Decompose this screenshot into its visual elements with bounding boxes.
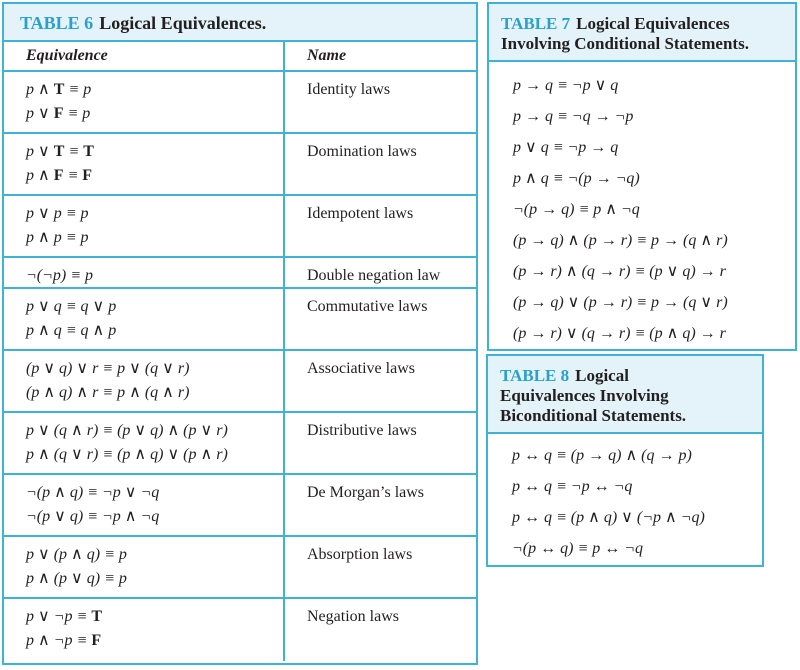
table-8-body: p ↔ q ≡ (p → q) ∧ (q → p) p ↔ q ≡ ¬p ↔ ¬q… xyxy=(488,434,762,564)
equivalence-formula: p ∨ (q ∧ r) ≡ (p ∨ q) ∧ (p ∨ r) xyxy=(26,422,228,439)
equivalence-formula: p ∨ q ≡ ¬p → q xyxy=(513,139,619,156)
column-header-equivalence: Equivalence xyxy=(4,42,285,70)
equivalence-formula: (p ∨ q) ∨ r ≡ p ∨ (q ∨ r) xyxy=(26,360,190,377)
table-row: (p ∨ q) ∨ r ≡ p ∨ (q ∨ r) (p ∧ q) ∧ r ≡ p… xyxy=(4,351,476,413)
law-name-cell: Domination laws xyxy=(307,143,417,160)
law-name-cell: Idempotent laws xyxy=(307,205,414,222)
equivalence-cell: p ∨ p ≡ p p ∧ p ≡ p xyxy=(4,196,285,256)
table-7-body: p → q ≡ ¬p ∨ q p → q ≡ ¬q → ¬p p ∨ q ≡ ¬p … xyxy=(489,62,795,349)
equivalence-formula: p ∧ q ≡ q ∧ p xyxy=(26,322,117,339)
table-6-title: TABLE 6 Logical Equivalences. xyxy=(4,4,476,42)
table-6-column-headers: Equivalence Name xyxy=(4,42,476,72)
equivalence-formula: p ∨ p ≡ p xyxy=(26,205,89,222)
table-8-title: TABLE 8 Logical Equivalences Involving Bi… xyxy=(488,356,762,434)
law-name-cell: Associative laws xyxy=(307,360,415,377)
equivalence-formula: p ∧ (q ∨ r) ≡ (p ∧ q) ∨ (p ∧ r) xyxy=(26,446,228,463)
equivalence-formula: ¬(p → q) ≡ p ∧ ¬q xyxy=(513,201,640,218)
equivalence-formula: p ∨ q ≡ q ∨ p xyxy=(26,298,117,315)
table-8-title-line-1: Logical xyxy=(575,366,629,385)
table-row: p ∧ T ≡ p p ∨ F ≡ p Identity laws xyxy=(4,72,476,134)
equivalence-formula: p ∧ ¬p ≡ F xyxy=(26,632,102,649)
equivalence-formula: p ↔ q ≡ ¬p ↔ ¬q xyxy=(512,478,633,495)
equivalence-formula: ¬(p ↔ q) ≡ p ↔ ¬q xyxy=(512,540,644,557)
equivalence-formula: p ∨ T ≡ T xyxy=(26,143,94,160)
table-row: p ∨ T ≡ T p ∧ F ≡ F Domination laws xyxy=(4,134,476,196)
equivalence-cell: p ∨ (p ∧ q) ≡ p p ∧ (p ∨ q) ≡ p xyxy=(4,537,285,597)
equivalence-cell: p ∨ T ≡ T p ∧ F ≡ F xyxy=(4,134,285,194)
equivalence-formula: (p → q) ∨ (p → r) ≡ p → (q ∨ r) xyxy=(513,294,728,311)
table-row: ¬(p ∧ q) ≡ ¬p ∨ ¬q ¬(p ∨ q) ≡ ¬p ∧ ¬q De M… xyxy=(4,475,476,537)
table-8-title-line-2: Equivalences Involving xyxy=(500,386,669,405)
table-6-body: p ∧ T ≡ p p ∨ F ≡ p Identity laws p ∨ T ≡ T… xyxy=(4,72,476,661)
law-name-cell: De Morgan’s laws xyxy=(307,484,425,501)
equivalence-cell: ¬(¬p) ≡ p xyxy=(4,258,285,287)
table-row: p ∨ p ≡ p p ∧ p ≡ p Idempotent laws xyxy=(4,196,476,258)
equivalence-formula: p ↔ q ≡ (p → q) ∧ (q → p) xyxy=(512,447,692,464)
equivalence-formula: p ∨ F ≡ p xyxy=(26,105,91,122)
equivalence-formula: p ∧ p ≡ p xyxy=(26,229,89,246)
law-name-cell: Negation laws xyxy=(307,608,399,625)
law-name-cell: Identity laws xyxy=(307,81,391,98)
equivalence-formula: (p → q) ∧ (p → r) ≡ p → (q ∧ r) xyxy=(513,232,728,249)
table-8-biconditional-equivalences: TABLE 8 Logical Equivalences Involving Bi… xyxy=(486,354,764,567)
table-8-title-line-3: Biconditional Statements. xyxy=(500,406,687,425)
table-7-conditional-equivalences: TABLE 7 Logical Equivalences Involving Co… xyxy=(487,2,797,351)
law-name-cell: Commutative laws xyxy=(307,298,428,315)
equivalence-formula: ¬(p ∨ q) ≡ ¬p ∧ ¬q xyxy=(26,508,160,525)
equivalence-formula: (p → r) ∨ (q → r) ≡ (p ∧ q) → r xyxy=(513,325,726,342)
table-8-number: TABLE 8 xyxy=(500,366,570,385)
equivalence-formula: (p ∧ q) ∧ r ≡ p ∧ (q ∧ r) xyxy=(26,384,190,401)
law-name-cell: Absorption laws xyxy=(307,546,413,563)
column-header-name: Name xyxy=(307,47,347,64)
equivalence-formula: p ∨ (p ∧ q) ≡ p xyxy=(26,546,127,563)
table-row: ¬(¬p) ≡ p Double negation law xyxy=(4,258,476,289)
equivalence-cell: ¬(p ∧ q) ≡ ¬p ∨ ¬q ¬(p ∨ q) ≡ ¬p ∧ ¬q xyxy=(4,475,285,535)
equivalence-formula: p → q ≡ ¬p ∨ q xyxy=(513,77,619,94)
table-row: p ∨ ¬p ≡ T p ∧ ¬p ≡ F Negation laws xyxy=(4,599,476,661)
equivalence-cell: p ∧ T ≡ p p ∨ F ≡ p xyxy=(4,72,285,132)
table-row: p ∨ q ≡ q ∨ p p ∧ q ≡ q ∧ p Commutative la… xyxy=(4,289,476,351)
table-6-number: TABLE 6 xyxy=(20,13,94,33)
equivalence-formula: p ∧ T ≡ p xyxy=(26,81,92,98)
table-row: p ∨ (q ∧ r) ≡ (p ∨ q) ∧ (p ∨ r) p ∧ (q ∨ … xyxy=(4,413,476,475)
equivalence-formula: ¬(¬p) ≡ p xyxy=(26,267,94,284)
table-7-title-line-2: Involving Conditional Statements. xyxy=(501,34,749,53)
table-7-number: TABLE 7 xyxy=(501,14,571,33)
equivalence-formula: p ↔ q ≡ (p ∧ q) ∨ (¬p ∧ ¬q) xyxy=(512,509,705,526)
equivalence-formula: p ∨ ¬p ≡ T xyxy=(26,608,102,625)
table-row: p ∨ (p ∧ q) ≡ p p ∧ (p ∨ q) ≡ p Absorption… xyxy=(4,537,476,599)
table-6-logical-equivalences: TABLE 6 Logical Equivalences. Equivalence… xyxy=(2,2,478,665)
equivalence-formula: p ∧ (p ∨ q) ≡ p xyxy=(26,570,127,587)
equivalence-cell: p ∨ q ≡ q ∨ p p ∧ q ≡ q ∧ p xyxy=(4,289,285,349)
table-7-title: TABLE 7 Logical Equivalences Involving Co… xyxy=(489,4,795,62)
equivalence-formula: (p → r) ∧ (q → r) ≡ (p ∨ q) → r xyxy=(513,263,726,280)
equivalence-formula: p → q ≡ ¬q → ¬p xyxy=(513,108,634,125)
table-7-title-line-1: Logical Equivalences xyxy=(576,14,730,33)
equivalence-formula: ¬(p ∧ q) ≡ ¬p ∨ ¬q xyxy=(26,484,160,501)
equivalence-cell: p ∨ (q ∧ r) ≡ (p ∨ q) ∧ (p ∨ r) p ∧ (q ∨ … xyxy=(4,413,285,473)
equivalence-cell: p ∨ ¬p ≡ T p ∧ ¬p ≡ F xyxy=(4,599,285,661)
equivalence-cell: (p ∨ q) ∨ r ≡ p ∨ (q ∨ r) (p ∧ q) ∧ r ≡ p… xyxy=(4,351,285,411)
table-6-title-text: Logical Equivalences. xyxy=(99,13,267,33)
law-name-cell: Distributive laws xyxy=(307,422,417,439)
equivalence-formula: p ∧ q ≡ ¬(p → ¬q) xyxy=(513,170,640,187)
law-name-cell: Double negation law xyxy=(307,267,441,284)
equivalence-formula: p ∧ F ≡ F xyxy=(26,167,93,184)
